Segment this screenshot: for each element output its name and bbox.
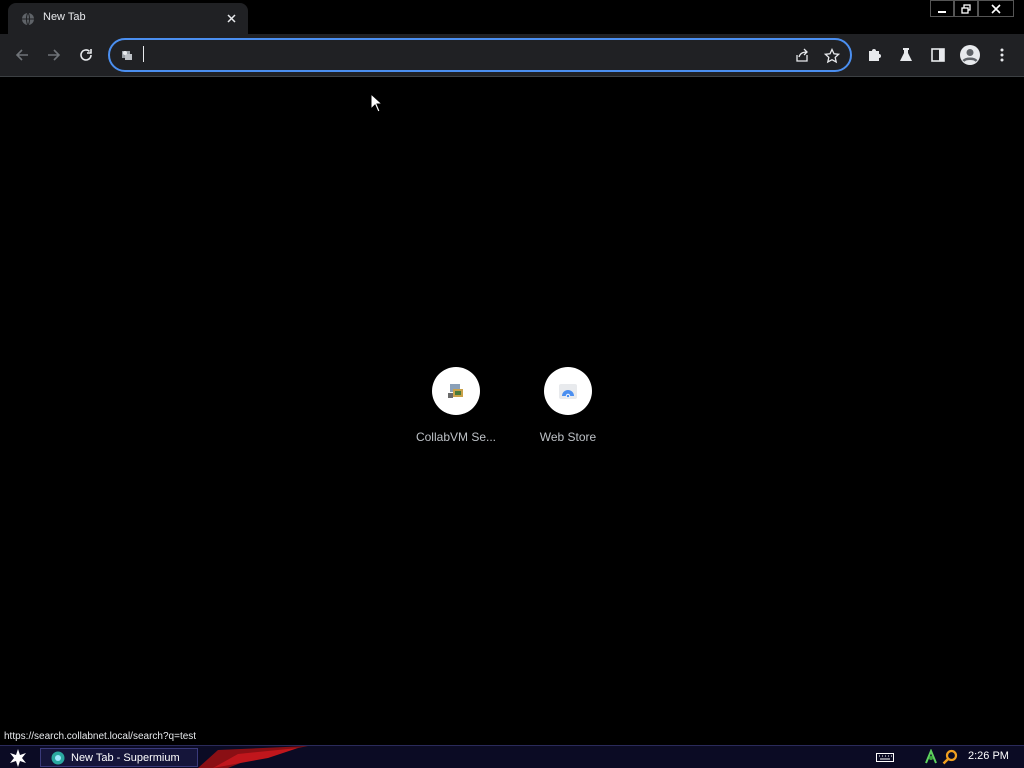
labs-button[interactable] — [892, 41, 920, 69]
shortcut-tile — [544, 367, 592, 415]
new-tab-page: CollabVM Se... Web Store — [0, 77, 1024, 745]
flask-icon — [900, 48, 912, 61]
text-caret — [143, 46, 144, 62]
web-store-icon — [559, 384, 577, 399]
close-icon — [226, 13, 236, 23]
wallpaper-swoosh — [198, 746, 308, 768]
taskbar: New Tab - Supermium 2:26 PM — [0, 745, 1024, 768]
window-controls — [930, 0, 1014, 18]
arrow-right-icon — [48, 49, 61, 61]
address-input[interactable] — [140, 44, 780, 66]
shortcut-web-store[interactable]: Web Store — [512, 77, 624, 444]
star-icon — [824, 48, 840, 64]
avatar-icon — [960, 45, 980, 65]
supermium-icon — [51, 751, 65, 764]
bookmark-button[interactable] — [822, 46, 842, 66]
star-burst-icon — [10, 748, 26, 767]
restore-button[interactable] — [954, 0, 978, 17]
tab-strip: New Tab — [0, 0, 1024, 34]
close-icon — [991, 3, 1001, 14]
shortcut-collabvm[interactable]: CollabVM Se... — [400, 77, 512, 444]
start-button[interactable] — [3, 747, 33, 768]
share-button[interactable] — [792, 46, 812, 66]
shortcut-label: CollabVM Se... — [415, 430, 497, 444]
taskbar-item-label: New Tab - Supermium — [71, 751, 180, 764]
profile-button[interactable] — [956, 41, 984, 69]
site-info-icon — [122, 51, 132, 60]
keyboard-icon[interactable] — [876, 751, 894, 763]
extensions-button[interactable] — [860, 41, 888, 69]
search-icon[interactable] — [942, 749, 958, 765]
menu-button[interactable] — [988, 41, 1016, 69]
shortcut-label: Web Store — [539, 430, 597, 444]
reload-button[interactable] — [72, 41, 100, 69]
reload-icon — [80, 49, 92, 61]
status-url-bubble: https://search.collabnet.local/search?q=… — [0, 730, 201, 745]
collabvm-icon — [448, 384, 463, 398]
more-vertical-icon — [1000, 48, 1004, 62]
restore-icon — [961, 3, 971, 14]
puzzle-icon — [869, 49, 881, 61]
mouse-cursor-icon — [370, 93, 384, 113]
shortcut-tile — [432, 367, 480, 415]
browser-toolbar — [0, 34, 1024, 77]
tab-new-tab[interactable]: New Tab — [8, 3, 248, 34]
back-button[interactable] — [8, 41, 36, 69]
globe-icon — [22, 12, 34, 26]
address-bar[interactable] — [108, 38, 852, 72]
arrow-left-icon — [15, 49, 28, 61]
network-icon[interactable] — [924, 749, 938, 765]
share-icon — [796, 48, 808, 62]
minimize-icon — [938, 10, 946, 13]
side-panel-icon — [931, 48, 945, 62]
tab-close-button[interactable] — [223, 10, 239, 26]
tab-title: New Tab — [43, 11, 86, 23]
close-window-button[interactable] — [978, 0, 1014, 17]
forward-button[interactable] — [40, 41, 68, 69]
taskbar-clock: 2:26 PM — [968, 750, 1009, 762]
taskbar-item-browser[interactable]: New Tab - Supermium — [40, 748, 198, 767]
side-panel-button[interactable] — [924, 41, 952, 69]
minimize-button[interactable] — [930, 0, 954, 17]
